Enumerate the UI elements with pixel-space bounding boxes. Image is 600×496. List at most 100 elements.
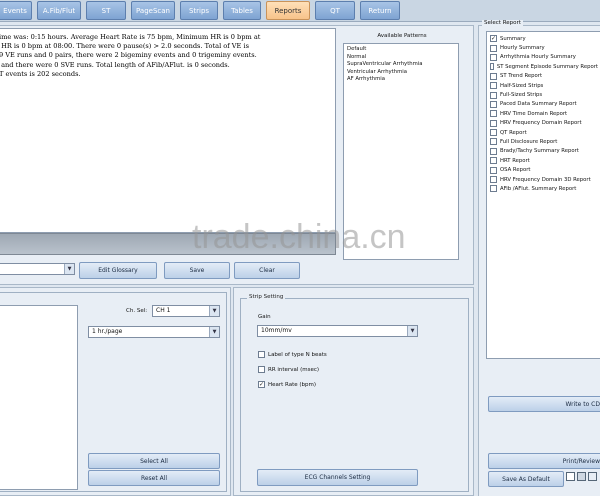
checkbox[interactable] bbox=[490, 157, 497, 165]
report-option[interactable]: HRV Frequency Domain 3D Report bbox=[490, 175, 598, 184]
select-all-button[interactable]: Select All bbox=[88, 453, 220, 469]
tab-return[interactable]: Return bbox=[360, 1, 400, 20]
button-label: Reset All bbox=[140, 474, 168, 482]
zoom-icon[interactable] bbox=[588, 472, 597, 481]
chevron-down-icon: ▼ bbox=[209, 327, 219, 337]
tab-events[interactable]: Events bbox=[0, 1, 32, 20]
checkbox[interactable] bbox=[490, 100, 497, 108]
tab-tables[interactable]: Tables bbox=[223, 1, 261, 20]
checkbox[interactable]: ✓ bbox=[258, 381, 265, 388]
tab-reports[interactable]: Reports bbox=[266, 1, 310, 20]
checkbox[interactable] bbox=[490, 166, 497, 174]
reset-all-button[interactable]: Reset All bbox=[88, 470, 220, 486]
checkbox[interactable] bbox=[490, 44, 497, 52]
report-option[interactable]: HRV Time Domain Report bbox=[490, 109, 598, 118]
checkbox[interactable] bbox=[490, 91, 497, 99]
button-label: ECG Channels Setting bbox=[304, 474, 371, 481]
toolbar-icons bbox=[566, 472, 600, 486]
tab-label: A.Fib/Flut bbox=[42, 6, 76, 15]
report-option[interactable]: ST Segment Episode Summary Report bbox=[490, 62, 598, 71]
tab-label: Strips bbox=[188, 6, 210, 15]
heart-rate-option[interactable]: ✓ Heart Rate (bpm) bbox=[258, 381, 316, 388]
tab-label: Reports bbox=[274, 6, 302, 15]
report-option-label: Brady/Tachy Summary Report bbox=[500, 148, 579, 155]
checkbox[interactable] bbox=[490, 185, 497, 193]
report-option[interactable]: Paced Data Summary Report bbox=[490, 100, 598, 109]
tab-afib-flut[interactable]: A.Fib/Flut bbox=[37, 1, 81, 20]
tab-label: ST bbox=[101, 6, 111, 15]
chevron-down-icon: ▼ bbox=[209, 306, 219, 316]
edit-glossary-button[interactable]: Edit Glossary bbox=[79, 262, 157, 279]
summary-textbox[interactable]: ime was: 0:15 hours. Average Heart Rate … bbox=[0, 28, 336, 233]
report-option[interactable]: AFib /AFlut. Summary Report bbox=[490, 184, 598, 193]
checkbox[interactable] bbox=[490, 147, 497, 155]
report-option-label: Paced Data Summary Report bbox=[500, 101, 577, 108]
report-option-label: QT Report bbox=[500, 129, 527, 136]
combo-value: 1 hr./page bbox=[92, 328, 123, 335]
strip-setting-title: Strip Setting bbox=[247, 294, 286, 300]
checkbox[interactable] bbox=[258, 351, 265, 358]
report-option[interactable]: Full-Sized Strips bbox=[490, 90, 598, 99]
report-option[interactable]: Full Disclosure Report bbox=[490, 137, 598, 146]
print-review-button[interactable]: Print/Review bbox=[488, 453, 600, 469]
glossary-combo[interactable]: ▼ bbox=[0, 263, 75, 275]
checkbox[interactable] bbox=[258, 366, 265, 373]
report-option[interactable]: QT Report bbox=[490, 128, 598, 137]
report-option[interactable]: Half-Sized Strips bbox=[490, 81, 598, 90]
pattern-item[interactable]: AF Arrhythmia bbox=[347, 76, 455, 84]
pattern-item[interactable]: Ventricular Arrhythmia bbox=[347, 69, 455, 77]
pattern-item[interactable]: Normal bbox=[347, 54, 455, 62]
checkbox[interactable] bbox=[490, 138, 497, 146]
report-option[interactable]: Arrhythmia Hourly Summary bbox=[490, 53, 598, 62]
clear-button[interactable]: Clear bbox=[234, 262, 300, 279]
checkbox[interactable]: ✓ bbox=[490, 35, 497, 43]
tab-pagescan[interactable]: PageScan bbox=[131, 1, 175, 20]
gain-select[interactable]: 10mm/mv ▼ bbox=[257, 325, 418, 337]
report-option-label: Arrhythmia Hourly Summary bbox=[500, 54, 576, 61]
page-scale-select[interactable]: 1 hr./page ▼ bbox=[88, 326, 220, 338]
print-icon[interactable] bbox=[577, 472, 586, 481]
chevron-down-icon: ▼ bbox=[407, 326, 417, 336]
tab-label: Tables bbox=[231, 6, 253, 15]
tab-label: Return bbox=[368, 6, 392, 15]
checkbox[interactable] bbox=[490, 82, 497, 90]
checkbox[interactable] bbox=[490, 53, 497, 61]
checkbox[interactable] bbox=[490, 72, 497, 80]
summary-line: T events is 202 seconds. bbox=[0, 69, 81, 78]
report-option[interactable]: OSA Report bbox=[490, 165, 598, 174]
tab-strips[interactable]: Strips bbox=[180, 1, 218, 20]
checkbox[interactable] bbox=[490, 119, 497, 127]
report-option[interactable]: ST Trend Report bbox=[490, 72, 598, 81]
ecg-channels-setting-button[interactable]: ECG Channels Setting bbox=[257, 469, 418, 486]
tab-label: QT bbox=[330, 6, 340, 15]
rr-interval-option[interactable]: RR interval (msec) bbox=[258, 366, 319, 373]
pattern-item[interactable]: SupraVentricular Arrhythmia bbox=[347, 61, 455, 69]
tab-st[interactable]: ST bbox=[86, 1, 126, 20]
label-n-beats-option[interactable]: Label of type N beats bbox=[258, 351, 327, 358]
report-option[interactable]: HRT Report bbox=[490, 156, 598, 165]
report-checklist: ✓ Summary Hourly Summary Arrhythmia Hourly … bbox=[486, 31, 600, 359]
write-to-cd-button[interactable]: Write to CD bbox=[488, 396, 600, 412]
summary-line: 9 VE runs and 0 pairs, there were 2 bige… bbox=[0, 51, 257, 60]
save-as-default-button[interactable]: Save As Default bbox=[488, 471, 564, 487]
channel-list[interactable] bbox=[0, 305, 78, 490]
channel-select[interactable]: CH 1 ▼ bbox=[152, 305, 220, 317]
checkbox[interactable] bbox=[490, 176, 497, 184]
chevron-down-icon: ▼ bbox=[64, 264, 74, 274]
button-label: Clear bbox=[259, 267, 275, 274]
report-option[interactable]: HRV Frequency Domain Report bbox=[490, 119, 598, 128]
report-option[interactable]: Hourly Summary bbox=[490, 43, 598, 52]
checkbox[interactable] bbox=[490, 129, 497, 137]
select-report-title: Select Report bbox=[482, 20, 523, 26]
report-option[interactable]: ✓ Summary bbox=[490, 34, 598, 43]
tab-label: Events bbox=[3, 6, 27, 15]
tab-qt[interactable]: QT bbox=[315, 1, 355, 20]
checkbox[interactable] bbox=[490, 110, 497, 118]
grid-icon[interactable] bbox=[566, 472, 575, 481]
save-button[interactable]: Save bbox=[164, 262, 230, 279]
report-option-label: Full-Sized Strips bbox=[500, 92, 543, 99]
pattern-item[interactable]: Default bbox=[347, 46, 455, 54]
report-option[interactable]: Brady/Tachy Summary Report bbox=[490, 147, 598, 156]
checkbox[interactable] bbox=[490, 63, 494, 71]
report-option-label: OSA Report bbox=[500, 167, 531, 174]
